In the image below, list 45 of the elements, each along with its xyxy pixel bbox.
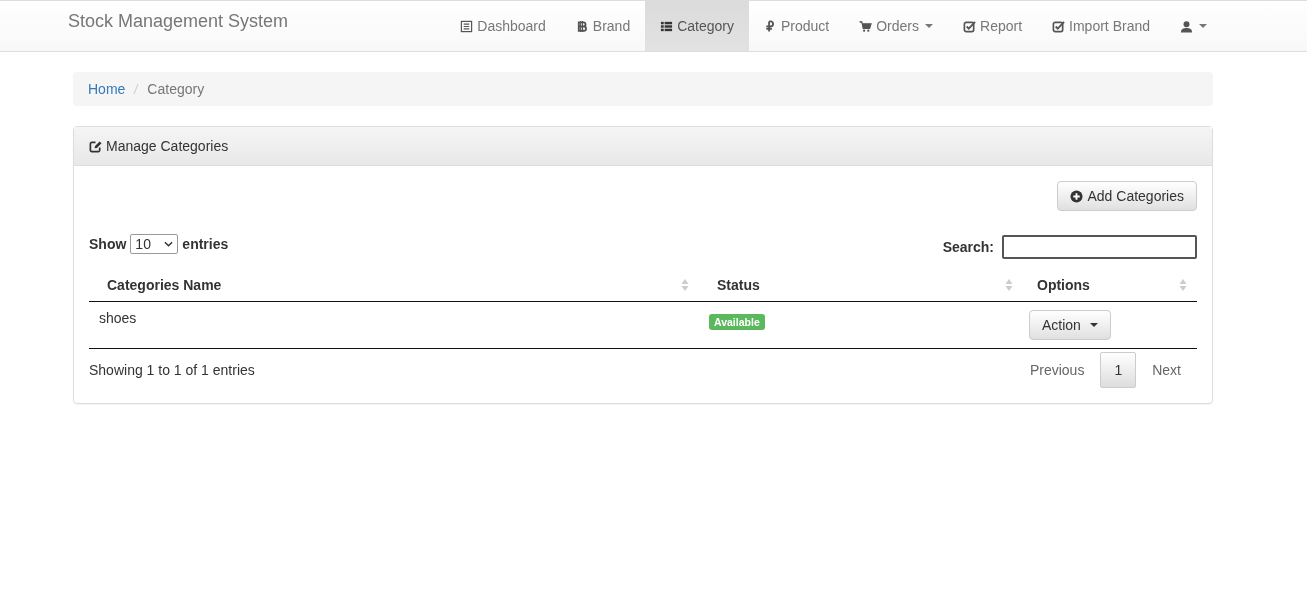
cart-icon bbox=[859, 19, 873, 33]
breadcrumb-link[interactable]: Home bbox=[88, 81, 126, 97]
nav-item[interactable]: Orders bbox=[844, 1, 949, 51]
list-icon bbox=[460, 19, 474, 33]
check-icon bbox=[1052, 19, 1066, 33]
plus-circle-icon bbox=[1070, 189, 1084, 203]
brand-title[interactable]: Stock Management System bbox=[68, 1, 289, 51]
sort-icon bbox=[1005, 278, 1013, 292]
caret-icon bbox=[1199, 24, 1207, 28]
nav-item[interactable]: Report bbox=[948, 1, 1038, 51]
table-cell: shoes bbox=[89, 301, 699, 349]
sort-icon bbox=[1179, 278, 1187, 292]
next-link[interactable]: Next bbox=[1136, 352, 1197, 388]
column-header[interactable]: Status bbox=[699, 269, 1023, 302]
nav-item[interactable]: Product bbox=[749, 1, 845, 51]
coin-icon bbox=[575, 19, 589, 33]
caret-icon bbox=[925, 24, 934, 28]
previous-link[interactable]: Previous bbox=[1013, 352, 1101, 388]
nav-item[interactable]: Import Brand bbox=[1037, 1, 1165, 51]
action-button[interactable]: Action bbox=[1029, 310, 1111, 340]
user-icon bbox=[1180, 19, 1193, 33]
show-label: Show bbox=[89, 236, 127, 252]
column-header[interactable]: Categories Name bbox=[89, 269, 699, 302]
nav-item[interactable]: Dashboard bbox=[445, 1, 561, 51]
entries-label: entries bbox=[182, 236, 229, 252]
status-badge: Available bbox=[709, 314, 765, 330]
entries-select[interactable]: 10 bbox=[130, 234, 179, 254]
sort-icon bbox=[681, 278, 689, 292]
column-header[interactable]: Options bbox=[1023, 269, 1197, 302]
entries-info: Showing 1 to 1 of 1 entries bbox=[89, 362, 255, 378]
chevron-down-icon bbox=[164, 241, 174, 247]
search-label: Search: bbox=[942, 239, 994, 255]
separator-icon bbox=[133, 83, 140, 95]
edit-icon bbox=[89, 139, 102, 153]
check-icon bbox=[963, 19, 977, 33]
caret-icon bbox=[1089, 323, 1098, 327]
search-field[interactable] bbox=[1002, 235, 1197, 259]
table-icon bbox=[660, 19, 674, 33]
nav-item[interactable]: Category bbox=[645, 1, 749, 51]
page-button[interactable]: 1 bbox=[1100, 352, 1137, 388]
breadcrumb-current: Category bbox=[147, 81, 205, 97]
nav-item[interactable]: Brand bbox=[560, 1, 646, 51]
currency-icon bbox=[764, 19, 777, 33]
panel-title: Manage Categories bbox=[106, 138, 229, 154]
add-categories-button[interactable]: Add Categories bbox=[1057, 181, 1197, 211]
